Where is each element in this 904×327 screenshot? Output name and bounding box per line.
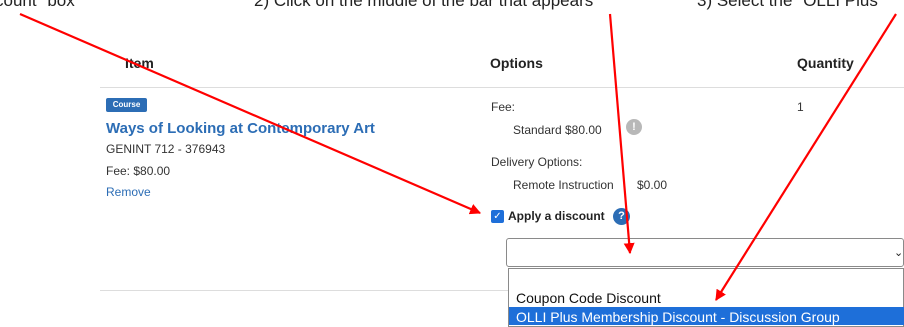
apply-discount-label[interactable]: Apply a discount — [508, 209, 605, 223]
instruction-step-3: 3) Select the "OLLI Plus — [697, 0, 878, 10]
annotation-arrow-1 — [19, 12, 482, 215]
fee-value: $80.00 — [565, 123, 602, 137]
course-code: GENINT 712 - 376943 — [106, 142, 226, 156]
delivery-price: $0.00 — [637, 178, 668, 192]
chevron-down-icon[interactable]: ⌄ — [894, 246, 903, 259]
instruction-step-1: count" box — [0, 0, 75, 10]
column-header-item: Item — [125, 55, 154, 71]
column-header-options: Options — [490, 55, 543, 71]
delivery-options-label: Delivery Options: — [491, 155, 583, 169]
table-divider — [100, 87, 904, 88]
check-icon: ✓ — [493, 211, 502, 222]
dropdown-option-olli-plus[interactable]: OLLI Plus Membership Discount - Discussi… — [516, 309, 840, 325]
apply-discount-checkbox[interactable]: ✓ — [491, 210, 504, 223]
remove-link[interactable]: Remove — [106, 185, 151, 199]
delivery-method: Remote Instruction — [513, 178, 614, 192]
quantity-value: 1 — [797, 100, 804, 114]
course-title-link[interactable]: Ways of Looking at Contemporary Art — [106, 120, 375, 137]
course-fee: Fee: $80.00 — [106, 164, 171, 178]
discount-select[interactable] — [506, 238, 904, 267]
row-divider — [100, 290, 510, 291]
instruction-step-2: 2) Click on the middle of the bar that a… — [254, 0, 594, 10]
dropdown-option-coupon[interactable]: Coupon Code Discount — [516, 290, 661, 306]
fee-label: Fee: — [491, 100, 516, 114]
help-icon[interactable]: ? — [613, 208, 630, 225]
info-icon[interactable]: ! — [626, 119, 642, 135]
column-header-quantity: Quantity — [797, 55, 854, 71]
fee-type: Standard — [513, 123, 562, 137]
course-badge: Course — [106, 98, 147, 112]
